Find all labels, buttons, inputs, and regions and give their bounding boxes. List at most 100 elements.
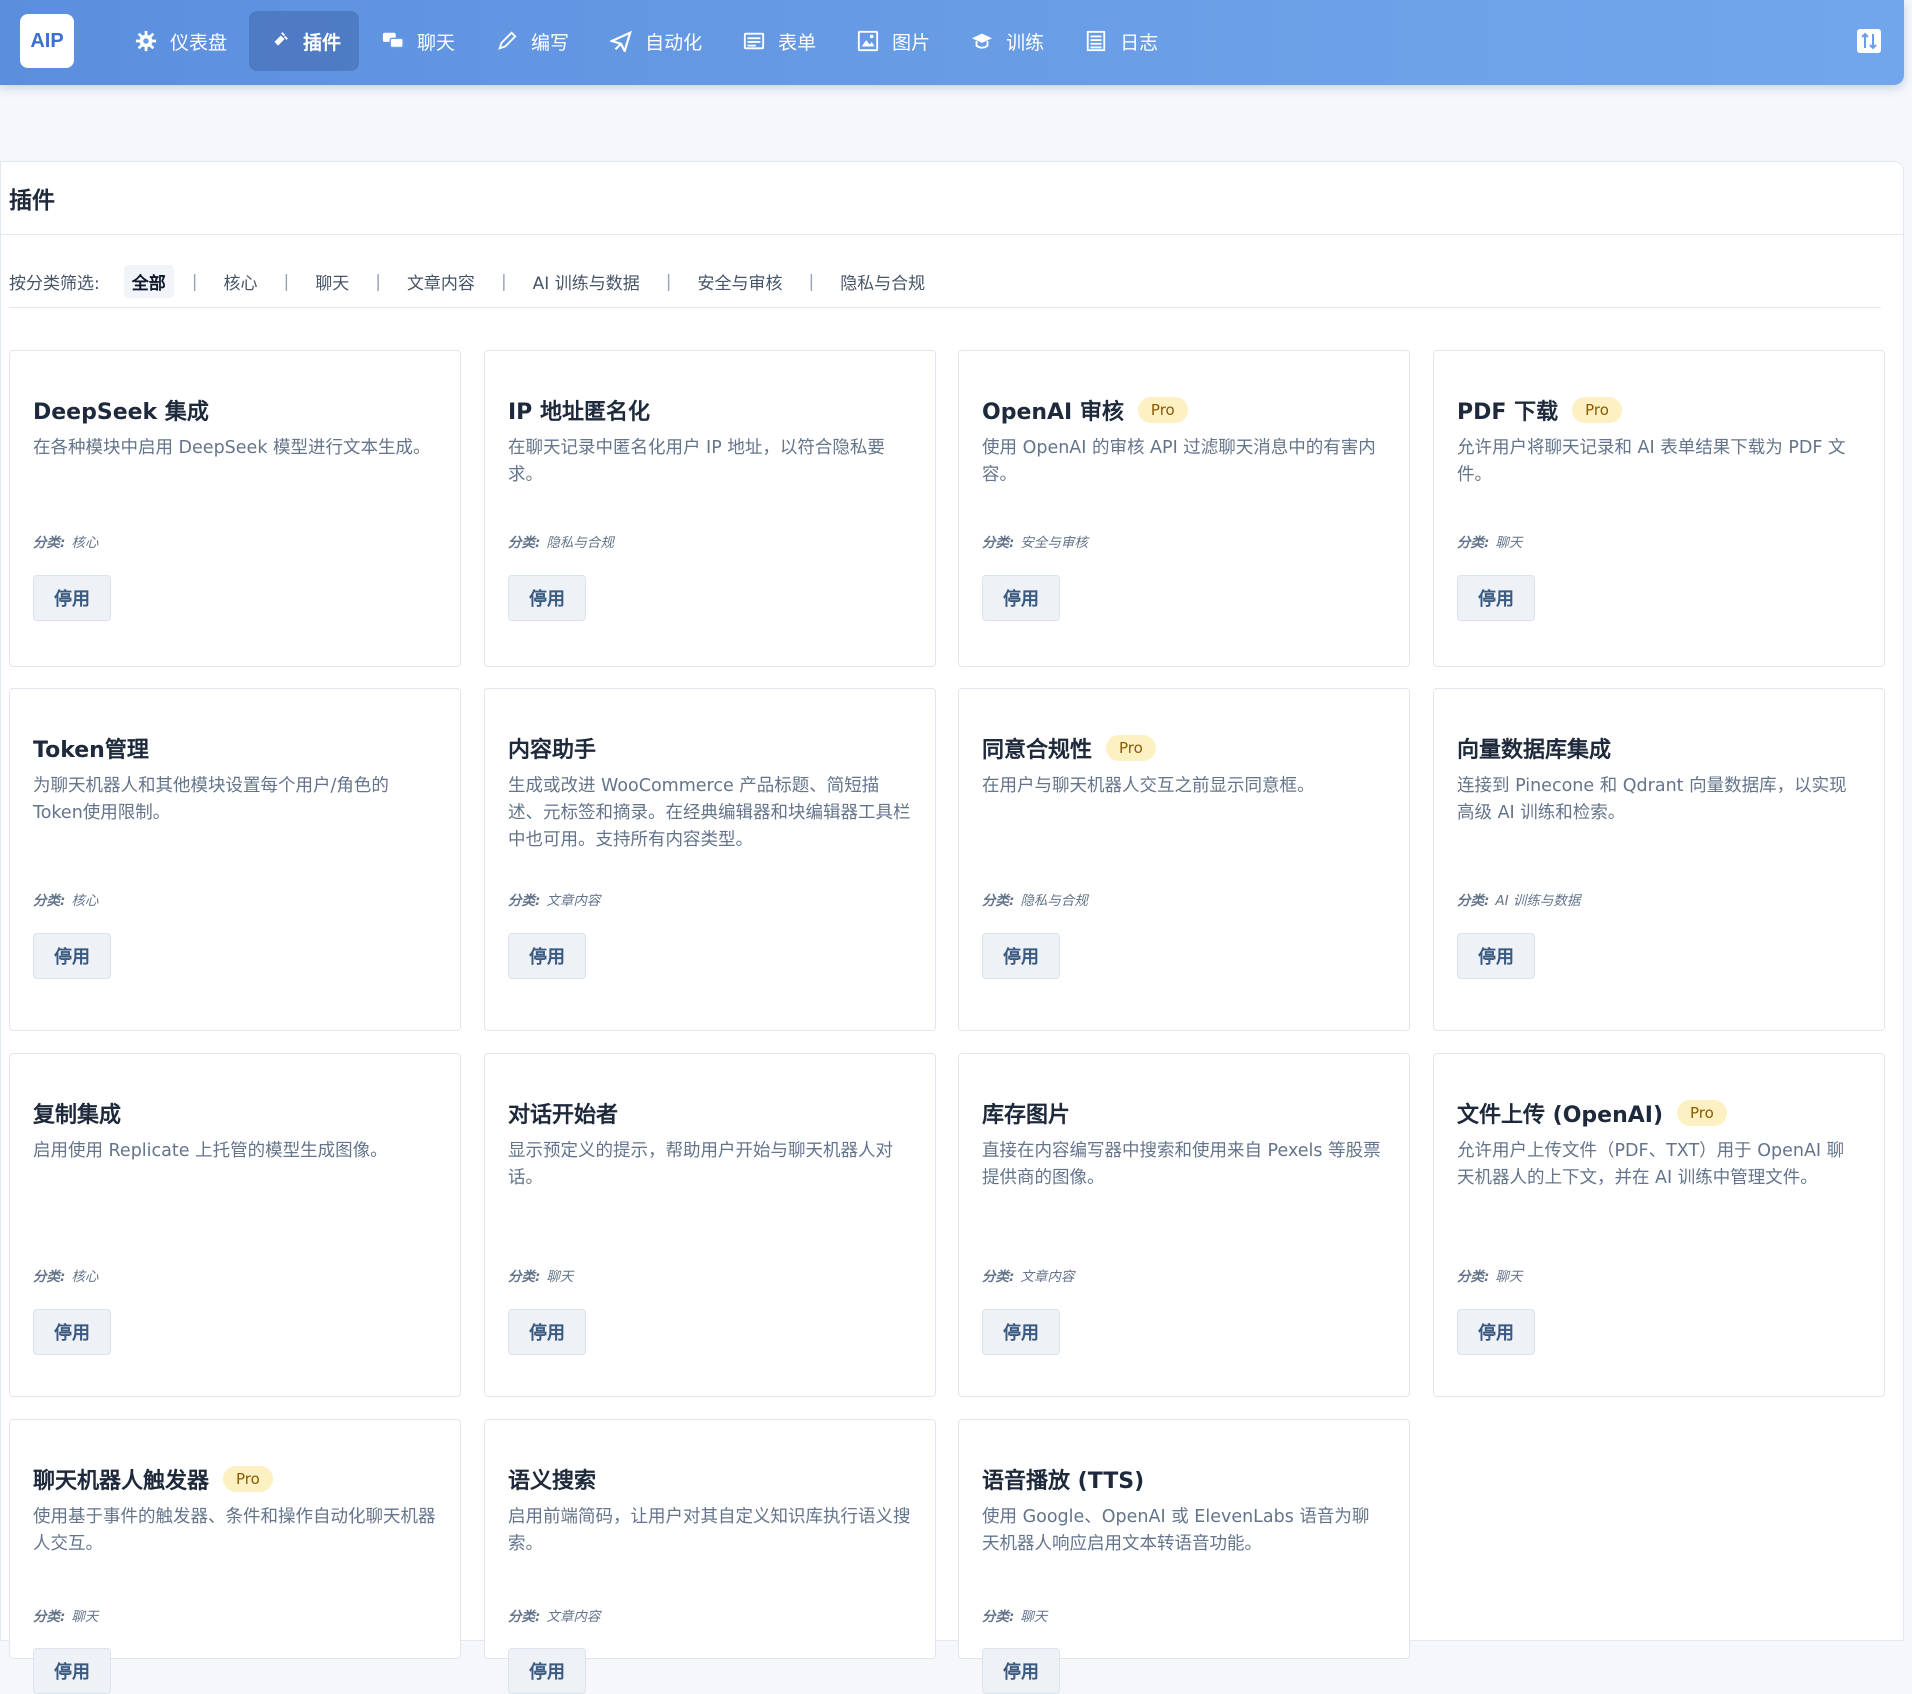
pro-badge: Pro bbox=[1572, 397, 1622, 423]
category-value: 隐私与合规 bbox=[546, 535, 614, 551]
filter-option[interactable]: AI 训练与数据 bbox=[525, 265, 648, 298]
plugin-description: 直接在内容编写器中搜索和使用来自 Pexels 等股票提供商的图像。 bbox=[982, 1141, 1381, 1188]
plugin-description: 允许用户将聊天记录和 AI 表单结果下载为 PDF 文件。 bbox=[1457, 438, 1846, 485]
plugin-card: 内容助手 生成或改进 WooCommerce 产品标题、简短描述、元标签和摘录。在… bbox=[484, 688, 936, 1031]
category-prefix: 分类: bbox=[33, 1269, 66, 1285]
nav-item-2[interactable]: 聊天 bbox=[363, 11, 473, 71]
category-prefix: 分类: bbox=[982, 893, 1015, 909]
plugin-card: 对话开始者 显示预定义的提示，帮助用户开始与聊天机器人对话。 分类: 聊天 停用 bbox=[484, 1053, 936, 1397]
deactivate-button[interactable]: 停用 bbox=[33, 933, 111, 979]
deactivate-button[interactable]: 停用 bbox=[508, 575, 586, 621]
plugin-category: 分类: 核心 bbox=[33, 889, 98, 909]
deactivate-button[interactable]: 停用 bbox=[508, 1309, 586, 1355]
nav-item-label: 编写 bbox=[531, 31, 570, 54]
nav-item-label: 表单 bbox=[778, 31, 817, 54]
plugin-card: 文件上传 (OpenAI) Pro 允许用户上传文件（PDF、TXT）用于 Open… bbox=[1433, 1053, 1885, 1397]
pro-badge: Pro bbox=[223, 1466, 273, 1492]
deactivate-button[interactable]: 停用 bbox=[508, 1648, 586, 1694]
plugin-card: 同意合规性 Pro 在用户与聊天机器人交互之前显示同意框。 分类: 隐私与合规 停用 bbox=[958, 688, 1410, 1031]
nav-item-label: 图片 bbox=[892, 31, 931, 54]
filter-separator: | bbox=[500, 271, 507, 292]
plugin-description: 在用户与聊天机器人交互之前显示同意框。 bbox=[982, 776, 1315, 796]
plugin-title: DeepSeek 集成 bbox=[33, 395, 436, 425]
filter-label: 按分类筛选: bbox=[9, 274, 100, 294]
gear-icon bbox=[134, 29, 158, 53]
plugin-title: 对话开始者 bbox=[508, 1098, 911, 1128]
category-value: 聊天 bbox=[71, 1609, 99, 1625]
plugin-category: 分类: 隐私与合规 bbox=[982, 889, 1088, 909]
filter-separator: | bbox=[283, 271, 290, 292]
plugin-title-text: 文件上传 (OpenAI) bbox=[1457, 1103, 1664, 1128]
plugin-category: 分类: 聊天 bbox=[1457, 1265, 1522, 1285]
plugin-category: 分类: 核心 bbox=[33, 531, 98, 551]
filter-option[interactable]: 隐私与合规 bbox=[832, 265, 933, 298]
deactivate-button[interactable]: 停用 bbox=[33, 1648, 111, 1694]
nav-item-5[interactable]: 表单 bbox=[724, 11, 834, 71]
filter-option[interactable]: 全部 bbox=[123, 265, 174, 298]
layout-toggle-icon[interactable] bbox=[1856, 28, 1882, 54]
plugin-category: 分类: 聊天 bbox=[508, 1265, 573, 1285]
nav-item-8[interactable]: 日志 bbox=[1066, 11, 1176, 71]
deactivate-button[interactable]: 停用 bbox=[1457, 933, 1535, 979]
deactivate-button[interactable]: 停用 bbox=[982, 1648, 1060, 1694]
plugin-category: 分类: 文章内容 bbox=[508, 889, 600, 909]
nav-item-1[interactable]: 插件 bbox=[249, 11, 360, 71]
plugin-category: 分类: 聊天 bbox=[33, 1605, 98, 1625]
app-logo[interactable]: AIP bbox=[20, 14, 74, 68]
deactivate-button[interactable]: 停用 bbox=[1457, 1309, 1535, 1355]
plugin-title-text: IP 地址匿名化 bbox=[508, 400, 650, 425]
nav-item-label: 插件 bbox=[303, 31, 342, 54]
plugin-title: 聊天机器人触发器 Pro bbox=[33, 1464, 436, 1494]
category-prefix: 分类: bbox=[1457, 893, 1490, 909]
category-value: AI 训练与数据 bbox=[1495, 893, 1581, 909]
category-prefix: 分类: bbox=[508, 1609, 541, 1625]
pro-badge: Pro bbox=[1106, 735, 1156, 761]
plugin-title: 文件上传 (OpenAI) Pro bbox=[1457, 1098, 1860, 1128]
list-icon bbox=[1084, 29, 1108, 53]
deactivate-button[interactable]: 停用 bbox=[982, 575, 1060, 621]
plugin-title-text: 内容助手 bbox=[508, 738, 597, 763]
plugin-title-text: PDF 下载 bbox=[1457, 400, 1559, 425]
category-filter: 按分类筛选: 全部 | 核心 | 聊天 | 文章内容 | AI 训练与数据 | 安全与审核 | 隐私与合… bbox=[9, 265, 1881, 308]
plugin-description: 在聊天记录中匿名化用户 IP 地址，以符合隐私要求。 bbox=[508, 438, 885, 485]
nav-item-3[interactable]: 编写 bbox=[477, 11, 587, 71]
plugin-card: 语义搜索 启用前端简码，让用户对其自定义知识库执行语义搜索。 分类: 文章内容 停用 bbox=[484, 1419, 936, 1694]
category-value: 聊天 bbox=[1495, 1269, 1523, 1285]
plugin-title: 语音播放 (TTS) bbox=[982, 1464, 1385, 1494]
category-value: 核心 bbox=[71, 1269, 99, 1285]
panel-header: 插件 bbox=[1, 162, 1903, 235]
category-prefix: 分类: bbox=[33, 535, 66, 551]
deactivate-button[interactable]: 停用 bbox=[33, 575, 111, 621]
category-prefix: 分类: bbox=[508, 535, 541, 551]
deactivate-button[interactable]: 停用 bbox=[982, 1309, 1060, 1355]
plugin-title: 向量数据库集成 bbox=[1457, 733, 1860, 763]
filter-option[interactable]: 聊天 bbox=[307, 265, 357, 298]
image-icon bbox=[856, 29, 880, 53]
nav-item-label: 日志 bbox=[1120, 31, 1159, 54]
plugin-category: 分类: 聊天 bbox=[1457, 531, 1522, 551]
nav-item-7[interactable]: 训练 bbox=[952, 11, 1062, 71]
filter-option[interactable]: 安全与审核 bbox=[689, 265, 790, 298]
pro-badge: Pro bbox=[1677, 1100, 1727, 1126]
plugin-card: OpenAI 审核 Pro 使用 OpenAI 的审核 API 过滤聊天消息中的有害… bbox=[958, 350, 1410, 667]
nav-item-4[interactable]: 自动化 bbox=[591, 11, 720, 71]
category-value: 核心 bbox=[71, 893, 99, 909]
main-nav: 仪表盘 插件 聊天 编写 自动化 表单 图片 训练 日志 bbox=[116, 11, 1180, 71]
filter-option[interactable]: 核心 bbox=[215, 265, 265, 298]
deactivate-button[interactable]: 停用 bbox=[1457, 575, 1535, 621]
plugin-category: 分类: AI 训练与数据 bbox=[1457, 889, 1580, 909]
deactivate-button[interactable]: 停用 bbox=[508, 933, 586, 979]
plugin-title: PDF 下载 Pro bbox=[1457, 395, 1860, 425]
nav-item-6[interactable]: 图片 bbox=[838, 11, 948, 71]
plugin-title-text: 聊天机器人触发器 bbox=[33, 1469, 210, 1494]
category-value: 聊天 bbox=[1020, 1609, 1048, 1625]
filter-option[interactable]: 文章内容 bbox=[399, 265, 483, 298]
nav-item-0[interactable]: 仪表盘 bbox=[116, 11, 245, 71]
pencil-icon bbox=[495, 29, 519, 53]
category-prefix: 分类: bbox=[1457, 535, 1490, 551]
deactivate-button[interactable]: 停用 bbox=[982, 933, 1060, 979]
deactivate-button[interactable]: 停用 bbox=[33, 1309, 111, 1355]
top-navbar: AIP 仪表盘 插件 聊天 编写 自动化 表单 图片 训练 日志 bbox=[0, 0, 1904, 85]
plugin-category: 分类: 隐私与合规 bbox=[508, 531, 614, 551]
category-value: 文章内容 bbox=[1020, 1269, 1075, 1285]
